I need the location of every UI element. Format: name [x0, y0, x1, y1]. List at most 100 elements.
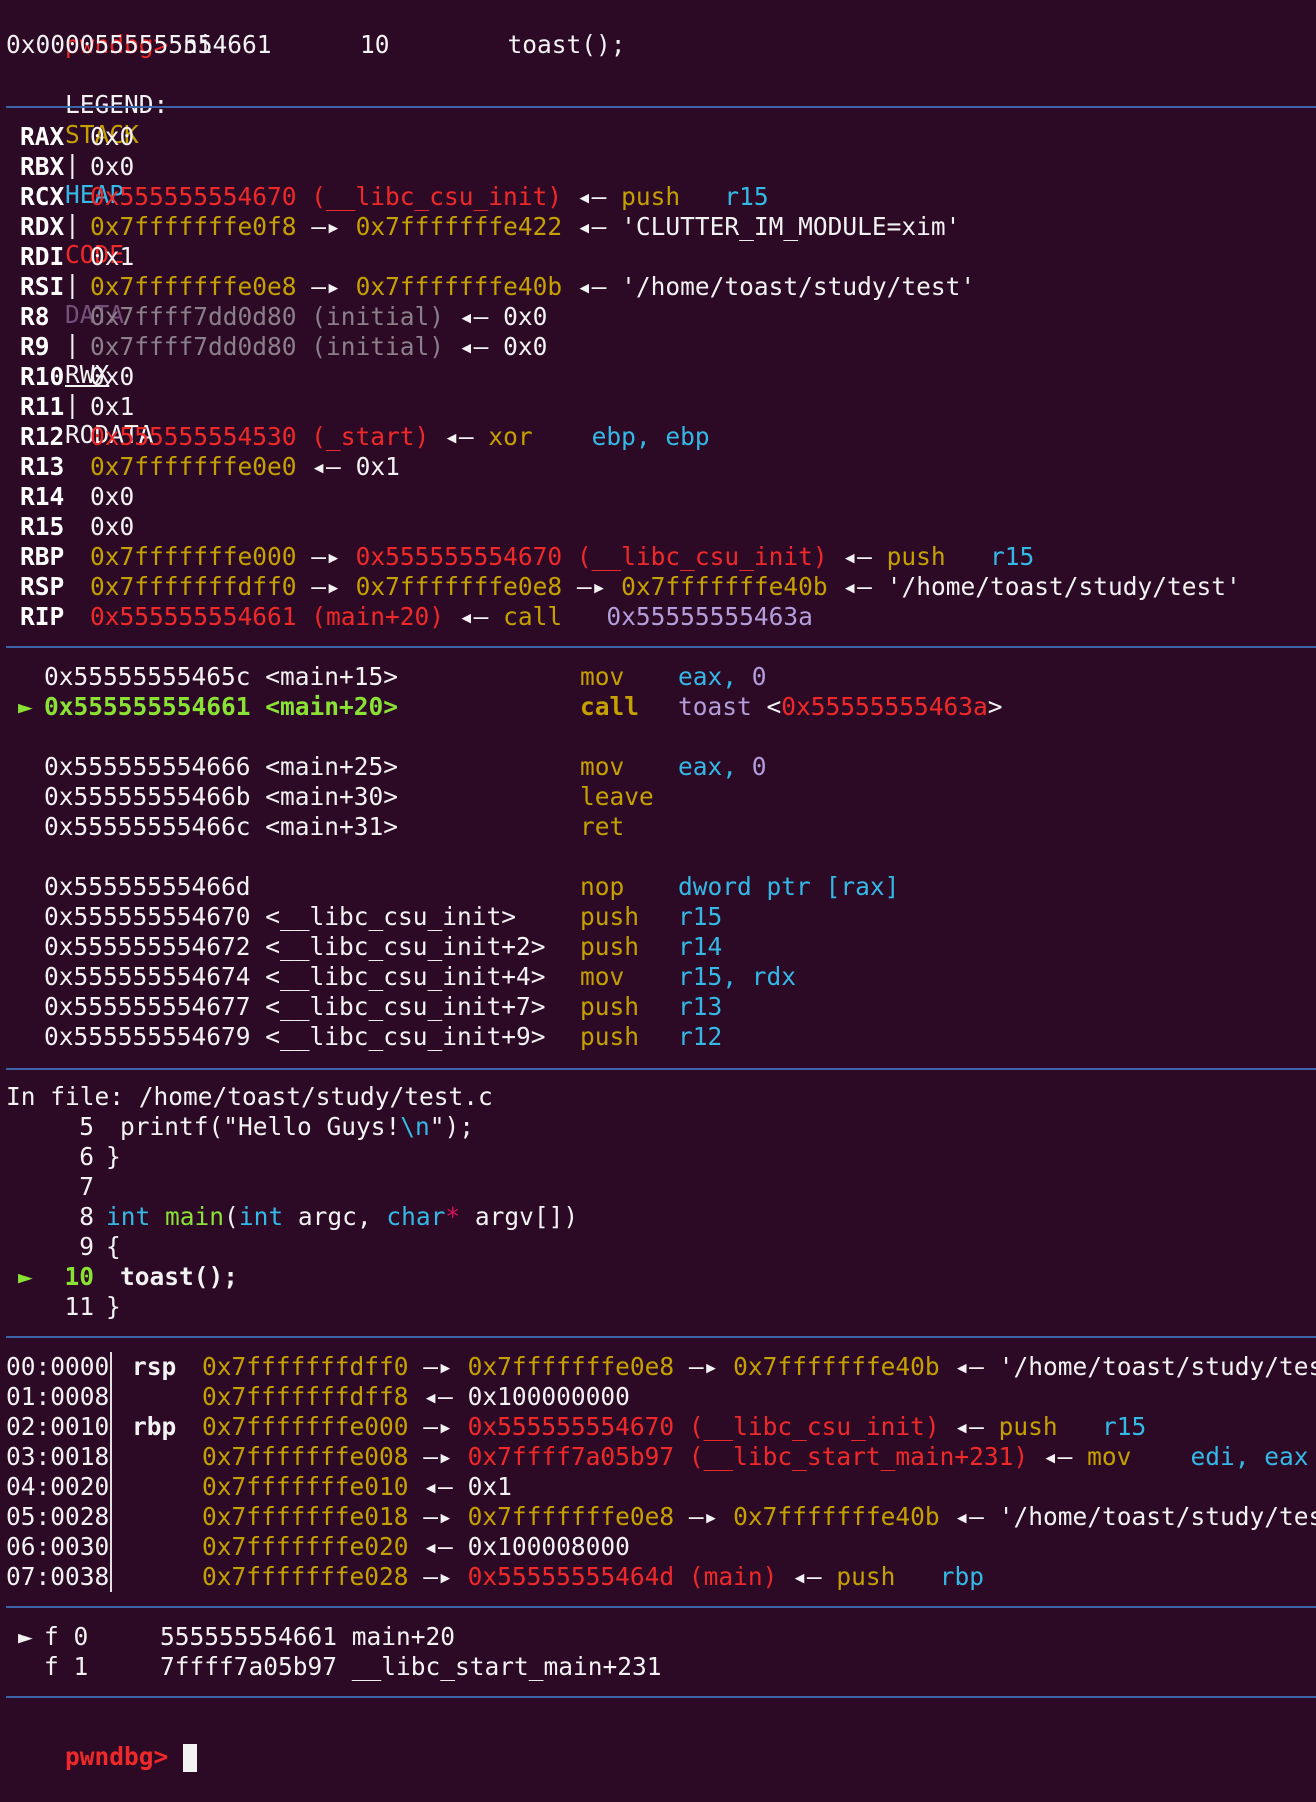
value-token: rdx	[751, 962, 797, 991]
value-token: push	[836, 1562, 896, 1591]
stack-row: 02:0010 rbp 0x7fffffffe000 —▸ 0x5555555546…	[6, 1412, 1146, 1442]
stack-offset: 01:0008	[6, 1382, 110, 1411]
source-code: toast();	[120, 1262, 239, 1291]
value-token: —▸	[311, 572, 341, 601]
value-token: 0x7fffffffe008	[202, 1442, 409, 1471]
register-name: R10	[20, 362, 65, 391]
instruction-address: 0x555555554674 <__libc_csu_init+4>	[44, 962, 546, 991]
value-token: 0x7fffffffdff0	[90, 572, 297, 601]
current-instruction-marker	[18, 902, 44, 932]
value-token: '/home/toast/study/test'	[998, 1352, 1316, 1381]
value-token: 0x7fffffffe40b	[733, 1352, 940, 1381]
code-token: *	[445, 1202, 461, 1231]
current-line-marker	[18, 1112, 42, 1142]
register-value: 0x7fffffffe000 —▸ 0x555555554670 (__libc…	[90, 542, 1034, 571]
section-divider	[6, 1068, 1316, 1070]
value-token: 0x0	[90, 362, 135, 391]
instruction-mnemonic: leave	[580, 782, 654, 811]
value-token: 0x7fffffffe40b	[355, 272, 563, 301]
terminal-window[interactable]: pwndbg> ni 0x0000555555554661 10 toast()…	[0, 0, 1316, 1772]
register-value: 0x7ffff7dd0d80 (initial) ◂— 0x0	[90, 332, 547, 361]
stack-value: 0x7fffffffe028 —▸ 0x55555555464d (main) …	[202, 1562, 984, 1591]
stack-row: 06:0030 0x7fffffffe020 ◂— 0x100008000	[6, 1532, 630, 1562]
stack-offset: 02:0010	[6, 1412, 110, 1441]
code-token: argv[])	[460, 1202, 579, 1231]
status-line: 0x0000555555554661 10 toast();	[6, 30, 626, 59]
register-name: RIP	[20, 602, 65, 631]
disasm-row: 0x555555554677 <__libc_csu_init+7> push r1…	[18, 992, 722, 1022]
current-instruction-marker	[18, 992, 44, 1022]
register-name: R9	[20, 332, 50, 361]
value-token: ◂—	[954, 1412, 984, 1441]
value-token: r13	[678, 992, 723, 1021]
register-name: RBX	[20, 152, 65, 181]
source-row: 5 printf("Hello Guys!\n");	[18, 1112, 474, 1142]
code-token: ");	[429, 1112, 475, 1141]
current-line-marker	[18, 1142, 42, 1172]
input-line[interactable]: pwndbg>	[6, 1712, 198, 1772]
value-token: (initial)	[311, 332, 445, 361]
value-token: 0x0	[503, 302, 548, 331]
value-token: ◂—	[311, 452, 341, 481]
value-token: ◂—	[458, 602, 489, 631]
stack-register-tag: rbp	[132, 1412, 177, 1441]
value-token: —▸	[423, 1442, 453, 1471]
frame-marker: ►	[18, 1622, 33, 1651]
current-instruction-marker	[18, 932, 44, 962]
source-line-number: 9	[79, 1232, 94, 1261]
instruction-address: 0x55555555466c <main+31>	[44, 812, 399, 841]
legend-label: LEGEND:	[65, 90, 169, 119]
value-token: —▸	[311, 212, 341, 241]
code-token: (	[224, 1202, 239, 1231]
disasm-row: 0x55555555466d nop dword ptr [rax]	[18, 872, 899, 902]
register-name: R8	[20, 302, 50, 331]
value-token: edi,	[1190, 1442, 1250, 1471]
instruction-operands: r15, rdx	[678, 962, 796, 991]
disasm-row: 0x555555554679 <__libc_csu_init+9> push r1…	[18, 1022, 722, 1052]
value-token: eax,	[678, 662, 738, 691]
source-line-number: 10	[64, 1262, 94, 1291]
register-value: 0x555555554661 (main+20) ◂— call 0x55555…	[90, 602, 813, 631]
source-code: {	[106, 1232, 121, 1261]
instruction-address: 0x555555554679 <__libc_csu_init+9>	[44, 1022, 546, 1051]
source-line-number: 11	[64, 1292, 94, 1321]
value-token: 0x7fffffffe40b	[733, 1502, 940, 1531]
value-token: 0x7fffffffdff0	[202, 1352, 409, 1381]
value-token: 0x7fffffffe0e8	[90, 272, 297, 301]
register-row: RDX 0x7fffffffe0f8 —▸ 0x7fffffffe422 ◂— '…	[20, 212, 960, 242]
value-token: ◂—	[458, 332, 489, 361]
register-name: R14	[20, 482, 65, 511]
instruction-mnemonic: nop	[580, 872, 625, 901]
current-line-marker	[18, 1292, 42, 1322]
value-token: 0x0	[90, 152, 135, 181]
text-cursor[interactable]	[183, 1744, 198, 1772]
instruction-mnemonic: push	[580, 1022, 640, 1051]
register-value: 0x7fffffffe0e0 ◂— 0x1	[90, 452, 400, 481]
section-divider	[6, 1336, 1316, 1338]
value-token: (initial)	[311, 302, 445, 331]
value-token: 0x7fffffffe000	[90, 542, 297, 571]
value-token: ptr	[766, 872, 811, 901]
instruction-operands: toast <0x55555555463a>	[678, 692, 1003, 721]
value-token: mov	[1087, 1442, 1132, 1471]
source-row: 7	[18, 1172, 106, 1202]
disasm-row: 0x55555555466b <main+30> leave	[18, 782, 678, 812]
register-name: RSI	[20, 272, 65, 301]
value-token: 0x55555555463a	[781, 692, 988, 721]
frame-symbol: main+20	[351, 1622, 456, 1651]
value-token: r15	[989, 542, 1035, 571]
instruction-address: 0x55555555466b <main+30>	[44, 782, 399, 811]
value-token: 0x555555554670	[467, 1412, 675, 1441]
value-token: r12	[678, 1022, 723, 1051]
value-token: '/home/toast/study/test'	[886, 572, 1241, 601]
register-value: 0x7ffff7dd0d80 (initial) ◂— 0x0	[90, 302, 547, 331]
register-row: RCX 0x555555554670 (__libc_csu_init) ◂— p…	[20, 182, 769, 212]
value-token: —▸	[688, 1502, 719, 1531]
register-value: 0x0	[90, 482, 134, 511]
value-token: r15	[1101, 1412, 1147, 1441]
value-token: 0x7fffffffe0f8	[90, 212, 297, 241]
stack-row: 03:0018 0x7fffffffe008 —▸ 0x7ffff7a05b97 …	[6, 1442, 1308, 1472]
value-token: eax,	[678, 752, 738, 781]
disasm-row: 0x55555555466c <main+31> ret	[18, 812, 678, 842]
value-token: ◂—	[423, 1382, 453, 1411]
